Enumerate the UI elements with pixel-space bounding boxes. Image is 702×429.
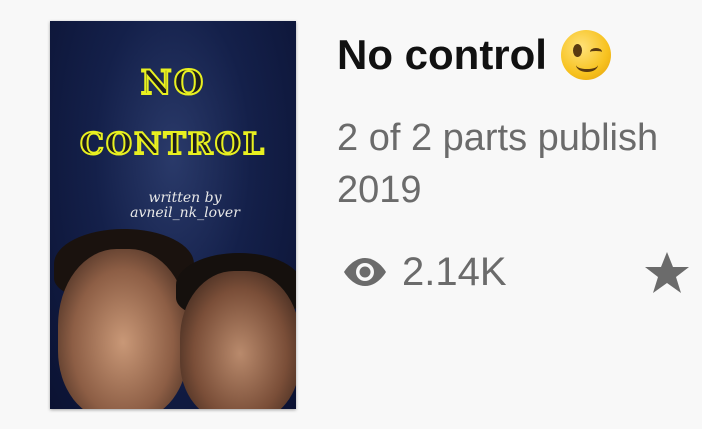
cover-author-credit: written by avneil_nk_lover bbox=[110, 191, 260, 221]
cover-person-2 bbox=[180, 271, 296, 409]
cover-person-1 bbox=[58, 249, 188, 409]
cover-title-line-1: NO bbox=[140, 62, 206, 104]
parts-published-info: 2 of 2 parts publish 2019 bbox=[337, 112, 699, 216]
story-title[interactable]: No control bbox=[337, 31, 547, 79]
cover-author-line-2: avneil_nk_lover bbox=[130, 205, 240, 221]
story-card[interactable]: NO CONTROL written by avneil_nk_lover No… bbox=[0, 0, 702, 429]
winking-face-emoji-icon bbox=[560, 30, 611, 80]
reads-stat: 2.14K bbox=[340, 246, 507, 298]
book-cover-image[interactable]: NO CONTROL written by avneil_nk_lover bbox=[50, 21, 296, 409]
reads-count: 2.14K bbox=[402, 249, 507, 294]
parts-published-line-1: 2 of 2 parts publish bbox=[337, 117, 659, 159]
story-title-row[interactable]: No control bbox=[337, 26, 611, 84]
parts-published-line-2: 2019 bbox=[337, 169, 422, 211]
eye-icon bbox=[344, 258, 386, 286]
cover-author-line-1: written by bbox=[148, 190, 222, 206]
star-icon[interactable] bbox=[643, 250, 691, 296]
cover-title-line-2: CONTROL bbox=[79, 126, 266, 163]
